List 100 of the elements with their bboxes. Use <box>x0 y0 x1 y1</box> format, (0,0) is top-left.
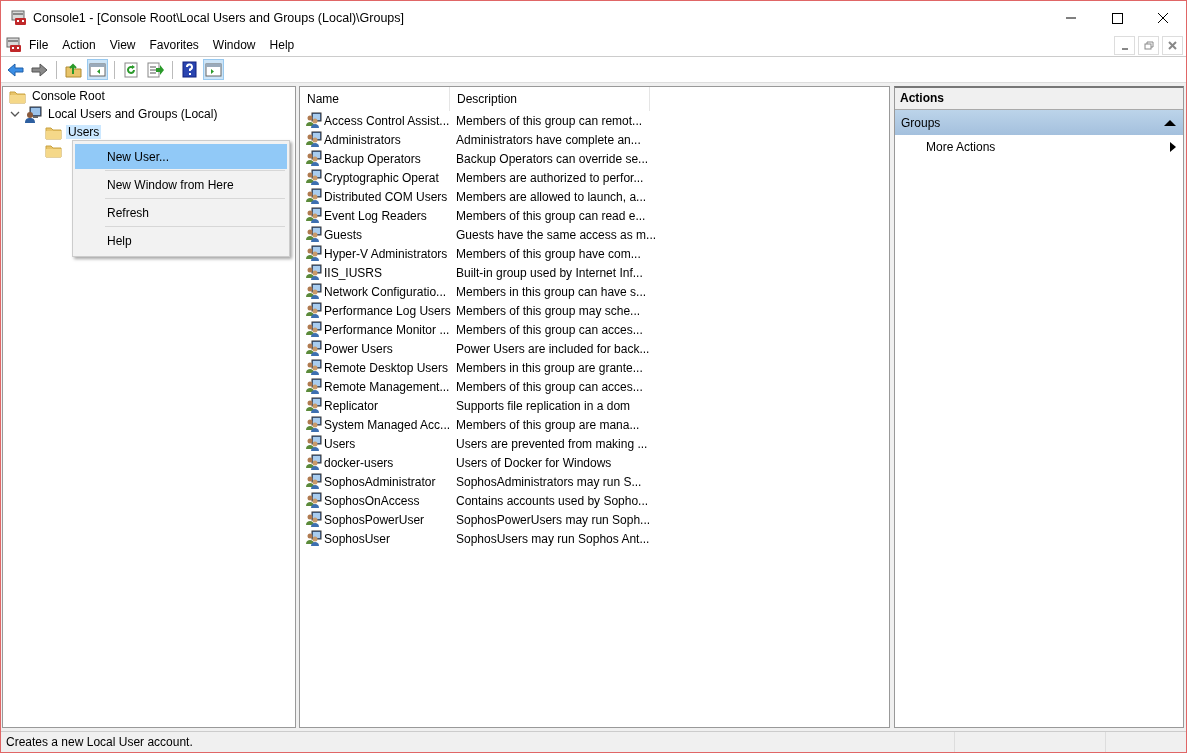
section-header[interactable]: Groups <box>895 110 1183 135</box>
table-cell-text: Users of Docker for Windows <box>455 455 612 470</box>
table-cell-text: Built-in group used by Internet Inf... <box>455 265 643 280</box>
group-icon <box>305 492 322 509</box>
table-cell-text: SophosPowerUsers may run Soph... <box>455 512 651 527</box>
status-text: Creates a new Local User account. <box>5 735 194 749</box>
table-cell-text: Members of this group are mana... <box>455 417 640 432</box>
group-icon <box>305 226 322 243</box>
menu-item[interactable]: Action <box>55 38 103 52</box>
table-cell[interactable]: Performance Monitor ... <box>324 322 450 337</box>
group-icon <box>305 321 322 338</box>
table-cell[interactable]: IIS_IUSRS <box>324 265 383 280</box>
folder-icon <box>9 88 26 104</box>
group-icon <box>305 245 322 262</box>
table-cell-text: Members of this group may sche... <box>455 303 641 318</box>
app-icon <box>10 9 27 26</box>
table-cell-text: Members are allowed to launch, a... <box>455 189 647 204</box>
table-cell[interactable]: Access Control Assist... <box>324 113 450 128</box>
table-cell[interactable]: Distributed COM Users <box>324 189 448 204</box>
menu-item[interactable]: Help <box>75 228 287 253</box>
table-cell[interactable]: SophosAdministrator <box>324 474 436 489</box>
refresh-icon <box>123 61 140 78</box>
table-cell[interactable]: docker-users <box>324 455 394 470</box>
table-cell[interactable]: SophosOnAccess <box>324 493 420 508</box>
console-tree-icon <box>89 61 106 78</box>
table-cell-text: Members in this group can have s... <box>455 284 647 299</box>
table-cell[interactable]: Event Log Readers <box>324 208 427 223</box>
forward-icon <box>31 61 48 78</box>
menu-item[interactable]: Refresh <box>75 200 287 225</box>
action-item[interactable]: More Actions <box>895 135 1183 159</box>
table-cell[interactable]: Hyper-V Administrators <box>324 246 448 261</box>
action-pane-icon <box>205 61 222 78</box>
table-cell[interactable]: Remote Management... <box>324 379 450 394</box>
menu-item[interactable]: Window <box>205 38 263 52</box>
export-list-icon <box>147 61 164 78</box>
table-cell-text: Members of this group have com... <box>455 246 641 261</box>
table-cell[interactable]: Power Users <box>324 341 393 356</box>
group-icon <box>305 188 322 205</box>
table-cell-text: Contains accounts used by Sopho... <box>455 493 649 508</box>
group-icon <box>305 340 322 357</box>
table-cell-text: Members of this group can acces... <box>455 322 643 337</box>
table-cell-text: Members are authorized to perfor... <box>455 170 644 185</box>
table-cell-text: SophosUsers may run Sophos Ant... <box>455 531 650 546</box>
section-title: Groups <box>901 115 942 130</box>
table-cell[interactable]: Users <box>324 436 356 451</box>
table-cell[interactable]: Cryptographic Operat <box>324 170 439 185</box>
table-cell-text: Members of this group can read e... <box>455 208 646 223</box>
table-cell-text: Members of this group can remot... <box>455 113 643 128</box>
group-icon <box>305 207 322 224</box>
table-cell-text: SophosAdministrators may run S... <box>455 474 642 489</box>
folder-up-icon <box>65 61 82 78</box>
group-icon <box>305 454 322 471</box>
table-cell[interactable]: Network Configuratio... <box>324 284 447 299</box>
group-icon <box>305 131 322 148</box>
pane-title: Actions <box>895 88 1183 110</box>
menu-item[interactable]: Favorites <box>142 38 206 52</box>
menu-item[interactable]: New User... <box>75 144 287 169</box>
column-header[interactable]: Name <box>300 87 450 111</box>
column-header[interactable]: Description <box>450 87 650 111</box>
user-computer-icon <box>25 105 42 123</box>
group-icon <box>305 473 322 490</box>
menu-item[interactable]: File <box>22 38 56 52</box>
table-cell[interactable]: System Managed Acc... <box>324 417 451 432</box>
group-icon <box>305 511 322 528</box>
table-cell[interactable]: Remote Desktop Users <box>324 360 449 375</box>
table-cell-text: Users are prevented from making ... <box>455 436 648 451</box>
table-cell-text: Members of this group can acces... <box>455 379 643 394</box>
table-cell[interactable]: Performance Log Users <box>324 303 451 318</box>
table-cell[interactable]: SophosUser <box>324 531 391 546</box>
group-icon <box>305 416 322 433</box>
group-icon <box>305 150 322 167</box>
menu-item[interactable]: View <box>102 38 143 52</box>
tree-item[interactable]: Local Users and Groups (Local) <box>46 107 220 121</box>
group-icon <box>305 378 322 395</box>
collapse-arrow-icon[interactable] <box>1163 118 1177 127</box>
group-icon <box>305 169 322 186</box>
window-title: Console1 - [Console Root\Local Users and Groups (Local)\Groups] <box>33 10 405 25</box>
folder-icon <box>45 124 62 140</box>
menu-item[interactable]: Help <box>262 38 302 52</box>
group-icon <box>305 302 322 319</box>
menu-item[interactable]: New Window from Here <box>75 172 287 197</box>
group-icon <box>305 359 322 376</box>
table-cell-text: Power Users are included for back... <box>455 341 650 356</box>
tree-item[interactable]: Users <box>66 125 102 139</box>
table-cell[interactable]: Backup Operators <box>324 151 421 166</box>
action-label: More Actions <box>926 140 997 154</box>
table-cell[interactable]: Guests <box>324 227 362 242</box>
back-icon <box>7 61 24 78</box>
table-cell-text: Administrators have complete an... <box>455 132 641 147</box>
table-cell[interactable]: Replicator <box>324 398 379 413</box>
group-icon <box>305 264 322 281</box>
group-icon <box>305 530 322 547</box>
table-cell-text: Members in this group are grante... <box>455 360 643 375</box>
tree-item[interactable]: Console Root <box>30 89 107 103</box>
table-cell[interactable]: SophosPowerUser <box>324 512 425 527</box>
table-cell-text: Backup Operators can override se... <box>455 151 649 166</box>
table-cell-text: Supports file replication in a dom <box>455 398 631 413</box>
table-cell-text: Guests have the same access as m... <box>455 227 657 242</box>
table-cell[interactable]: Administrators <box>324 132 401 147</box>
group-icon <box>305 283 322 300</box>
